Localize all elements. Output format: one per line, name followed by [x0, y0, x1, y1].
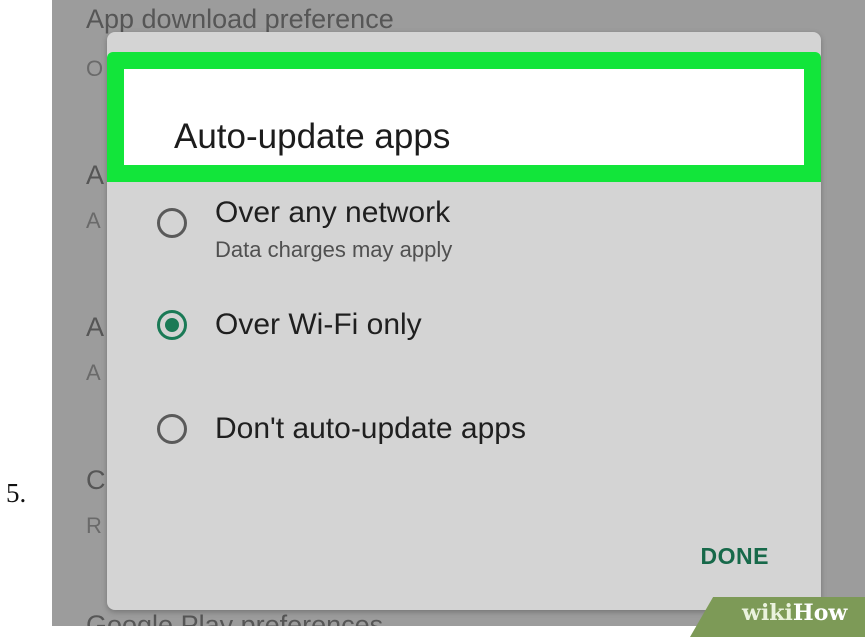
auto-update-dialog: Auto-update apps Over any network Data c…: [107, 32, 821, 610]
bg-setting-title: A: [86, 312, 105, 342]
option-sublabel: Data charges may apply: [215, 237, 453, 262]
done-button[interactable]: DONE: [701, 543, 769, 570]
radio-unchecked-icon[interactable]: [157, 208, 187, 238]
radio-checked-icon[interactable]: [157, 310, 187, 340]
bg-setting-title: C: [86, 465, 106, 495]
radio-unchecked-icon[interactable]: [157, 414, 187, 444]
watermark-wiki: wiki: [742, 600, 793, 626]
option-label: Over any network: [215, 196, 451, 229]
watermark-how: How: [792, 600, 848, 626]
title-box: Auto-update apps: [124, 69, 804, 165]
dialog-title: Auto-update apps: [174, 117, 451, 156]
bg-setting-subtitle: A: [86, 360, 101, 385]
bg-setting-title: App download preference: [86, 4, 394, 34]
option-label: Over Wi-Fi only: [215, 308, 422, 341]
bg-setting-subtitle: R: [86, 513, 102, 538]
bg-setting-subtitle: O: [86, 56, 104, 81]
option-label: Don't auto-update apps: [215, 412, 526, 445]
bg-setting-subtitle: A: [86, 208, 101, 233]
bg-setting-title: Google Play preferences: [86, 610, 384, 626]
step-number: 5.: [6, 478, 27, 508]
wikihow-watermark: wikiHow: [742, 600, 847, 626]
bg-setting-title: A: [86, 160, 105, 190]
